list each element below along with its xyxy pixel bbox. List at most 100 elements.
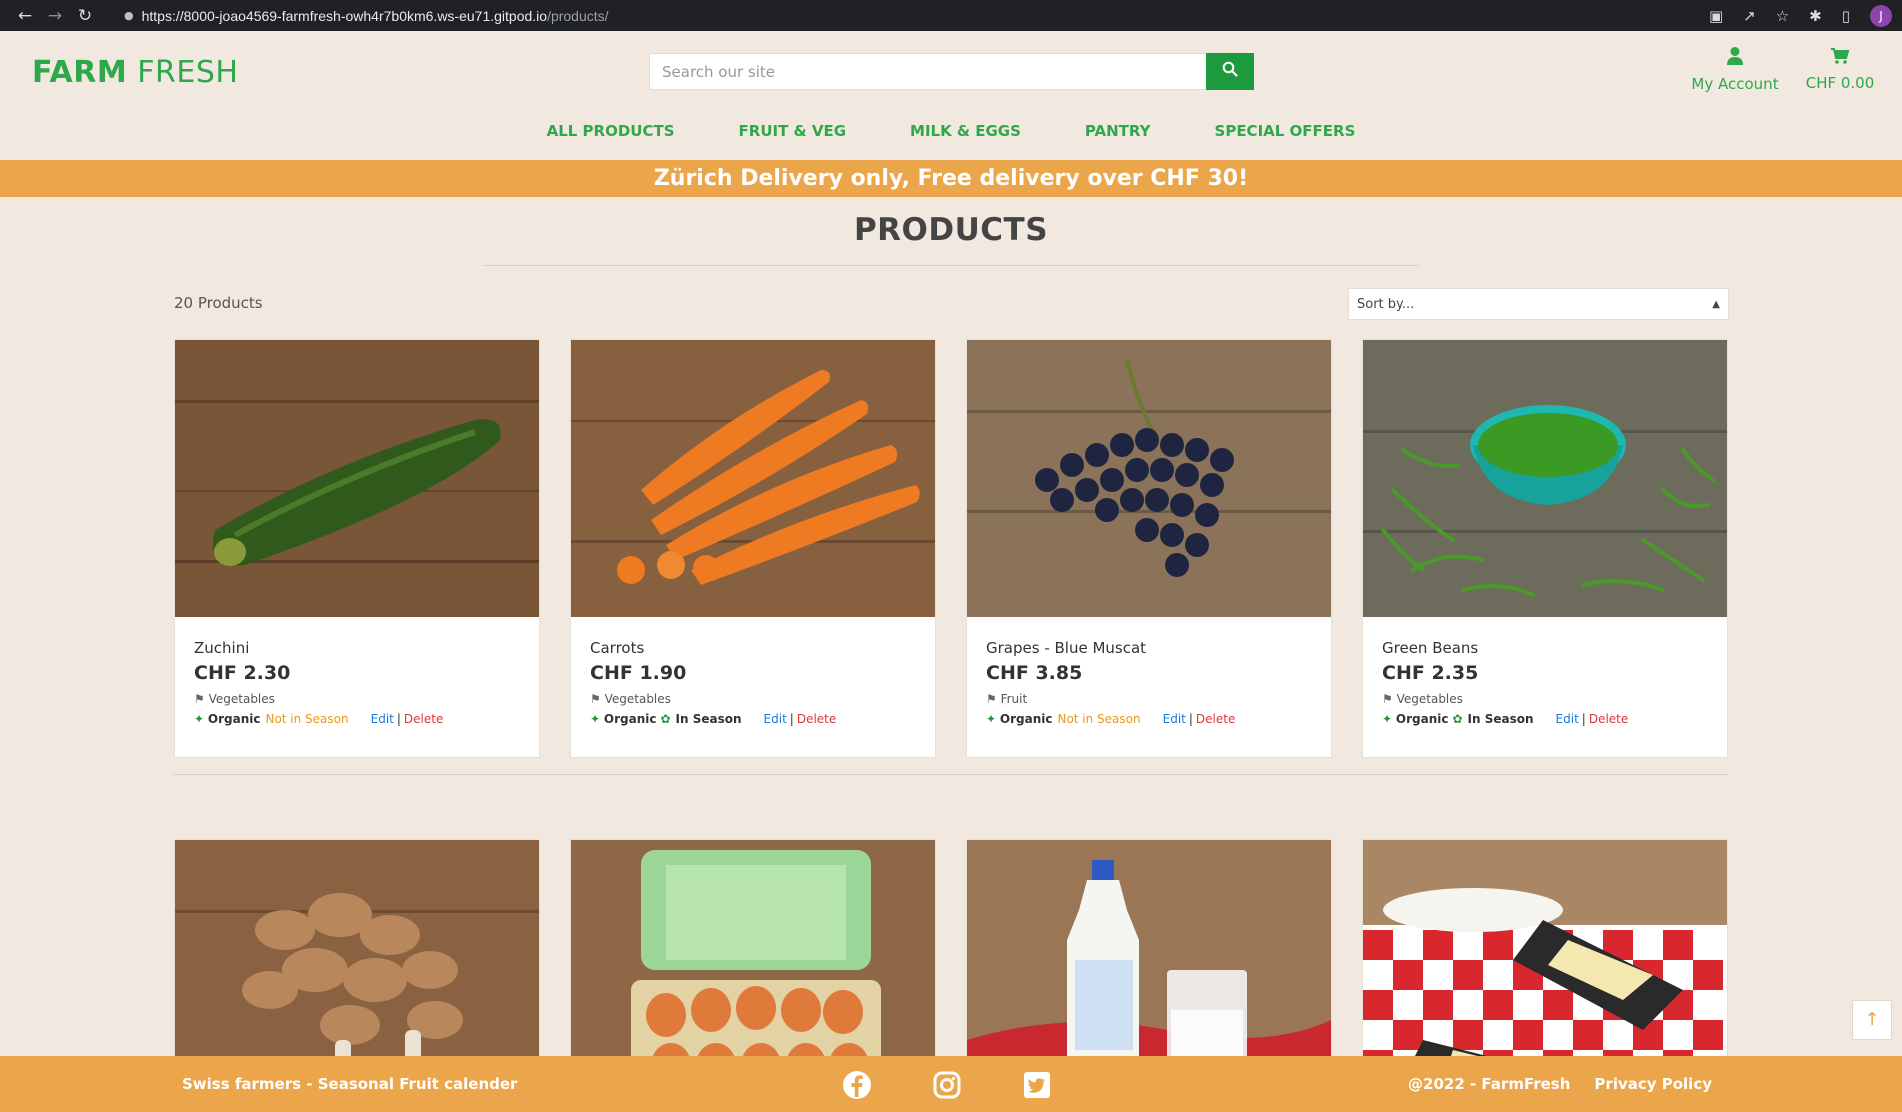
product-price: CHF 1.90 <box>590 662 687 684</box>
separator: | <box>789 712 794 726</box>
edit-link[interactable]: Edit <box>764 712 787 726</box>
sort-select[interactable]: Sort by... ▲︎ <box>1348 288 1729 320</box>
nav-pantry[interactable]: PANTRY <box>1053 122 1183 140</box>
product-price: CHF 2.30 <box>194 662 291 684</box>
product-card <box>174 839 540 1065</box>
product-card: Grapes - Blue Muscat CHF 3.85 ⚑ Fruit ✦ … <box>966 339 1332 758</box>
main-navigation: ALL PRODUCTS FRUIT & VEG MILK & EGGS PAN… <box>0 122 1902 140</box>
product-meta: ✦ Organic Not in Season Edit | Delete <box>986 712 1312 726</box>
nav-all-products[interactable]: ALL PRODUCTS <box>515 122 707 140</box>
cart-link[interactable]: CHF 0.00 <box>1800 46 1880 92</box>
separator: | <box>396 712 401 726</box>
delete-link[interactable]: Delete <box>797 712 836 726</box>
shopping-cart-icon <box>1800 46 1880 70</box>
side-panel-icon[interactable]: ▯ <box>1842 7 1850 25</box>
sprout-icon: ✦ <box>590 712 601 726</box>
nav-fruit-veg[interactable]: FRUIT & VEG <box>707 122 878 140</box>
search-icon <box>1222 61 1238 77</box>
organic-label: Organic <box>1395 712 1449 726</box>
site-logo[interactable]: FARM FRESH <box>32 55 238 90</box>
product-grid: Zuchini CHF 2.30 ⚑ Vegetables ✦ Organic … <box>174 339 1729 1065</box>
search-button[interactable] <box>1206 53 1254 90</box>
address-bar[interactable]: https://8000-joao4569-farmfresh-owh4r7b0… <box>142 8 609 24</box>
edit-link[interactable]: Edit <box>1556 712 1579 726</box>
product-image-eggs[interactable] <box>571 840 935 1065</box>
reload-icon[interactable]: ↻ <box>70 6 100 26</box>
product-category[interactable]: ⚑ Vegetables <box>194 692 520 706</box>
product-category[interactable]: ⚑ Vegetables <box>1382 692 1708 706</box>
copyright: @2022 - FarmFresh <box>1408 1075 1571 1093</box>
search-input[interactable] <box>649 53 1206 90</box>
twitter-icon[interactable] <box>1022 1070 1052 1100</box>
back-icon[interactable]: ← <box>10 6 40 26</box>
tag-icon: ⚑ <box>986 692 997 706</box>
leaf-icon: ✿ <box>660 712 671 726</box>
product-image-mushrooms[interactable] <box>175 840 539 1065</box>
delete-link[interactable]: Delete <box>1589 712 1628 726</box>
forward-icon[interactable]: → <box>40 6 70 26</box>
logo-farm: FARM <box>32 55 128 90</box>
season-status: Not in Season <box>265 712 349 726</box>
product-price: CHF 3.85 <box>986 662 1083 684</box>
product-card: Green Beans CHF 2.35 ⚑ Vegetables ✦ Orga… <box>1362 339 1728 758</box>
product-name[interactable]: Grapes - Blue Muscat <box>986 639 1312 657</box>
product-meta: ✦ Organic ✿ In Season Edit | Delete <box>590 712 916 726</box>
seasonal-calendar-link[interactable]: Swiss farmers - Seasonal Fruit calender <box>182 1075 517 1093</box>
arrow-up-icon: ↑ <box>1864 1009 1880 1030</box>
product-name[interactable]: Carrots <box>590 639 916 657</box>
nav-milk-eggs[interactable]: MILK & EGGS <box>878 122 1053 140</box>
tag-icon: ⚑ <box>590 692 601 706</box>
social-links <box>842 1070 1052 1100</box>
organic-label: Organic <box>207 712 261 726</box>
product-image-grapes[interactable] <box>967 340 1331 617</box>
product-card: Carrots CHF 1.90 ⚑ Vegetables ✦ Organic … <box>570 339 936 758</box>
season-status: In Season <box>1467 712 1534 726</box>
product-card <box>1362 839 1728 1065</box>
back-to-top-button[interactable]: ↑ <box>1852 1000 1892 1040</box>
product-name[interactable]: Zuchini <box>194 639 520 657</box>
product-category[interactable]: ⚑ Vegetables <box>590 692 916 706</box>
season-status: In Season <box>675 712 742 726</box>
product-row <box>174 839 1729 1065</box>
product-image-green-beans[interactable] <box>1363 340 1727 617</box>
share-icon[interactable]: ↗ <box>1743 7 1756 25</box>
profile-avatar[interactable]: J <box>1870 4 1892 27</box>
privacy-policy-link[interactable]: Privacy Policy <box>1594 1075 1712 1093</box>
title-divider <box>483 265 1419 266</box>
bookmark-star-icon[interactable]: ☆ <box>1776 7 1789 25</box>
product-category[interactable]: ⚑ Fruit <box>986 692 1312 706</box>
footer-right: @2022 - FarmFresh Privacy Policy <box>1408 1075 1712 1093</box>
facebook-icon[interactable] <box>842 1070 872 1100</box>
product-image-carrots[interactable] <box>571 340 935 617</box>
url-host: https://8000-joao4569-farmfresh-owh4r7b0… <box>141 7 548 24</box>
extensions-icon[interactable]: ✱ <box>1809 7 1822 25</box>
edit-link[interactable]: Edit <box>371 712 394 726</box>
product-image-zucchini[interactable] <box>175 340 539 617</box>
product-card: Zuchini CHF 2.30 ⚑ Vegetables ✦ Organic … <box>174 339 540 758</box>
category-label: Vegetables <box>604 692 671 706</box>
delete-link[interactable]: Delete <box>404 712 443 726</box>
product-count: 20 Products <box>174 294 263 312</box>
delivery-banner: Zürich Delivery only, Free delivery over… <box>0 160 1902 197</box>
delete-link[interactable]: Delete <box>1196 712 1235 726</box>
lock-icon: ● <box>124 9 134 22</box>
browser-toolbar: ← → ↻ ● https://8000-joao4569-farmfresh-… <box>0 0 1902 31</box>
product-image-raclette-cheese[interactable] <box>1363 840 1727 1065</box>
select-arrows-icon: ▲︎ <box>1712 298 1720 310</box>
separator: | <box>1188 712 1193 726</box>
category-label: Fruit <box>1000 692 1028 706</box>
site-footer: Swiss farmers - Seasonal Fruit calender … <box>0 1056 1902 1112</box>
edit-link[interactable]: Edit <box>1163 712 1186 726</box>
product-meta: ✦ Organic Not in Season Edit | Delete <box>194 712 520 726</box>
product-name[interactable]: Green Beans <box>1382 639 1708 657</box>
instagram-icon[interactable] <box>932 1070 962 1100</box>
tab-search-icon[interactable]: ▣ <box>1709 7 1723 25</box>
product-image-milk[interactable] <box>967 840 1331 1065</box>
page-title: PRODUCTS <box>853 212 1049 248</box>
my-account-link[interactable]: My Account <box>1680 46 1790 93</box>
url-path: /products/ <box>547 7 609 24</box>
cart-total: CHF 0.00 <box>1805 74 1875 92</box>
logo-fresh: FRESH <box>137 55 239 90</box>
sprout-icon: ✦ <box>194 712 205 726</box>
nav-special-offers[interactable]: SPECIAL OFFERS <box>1183 122 1388 140</box>
